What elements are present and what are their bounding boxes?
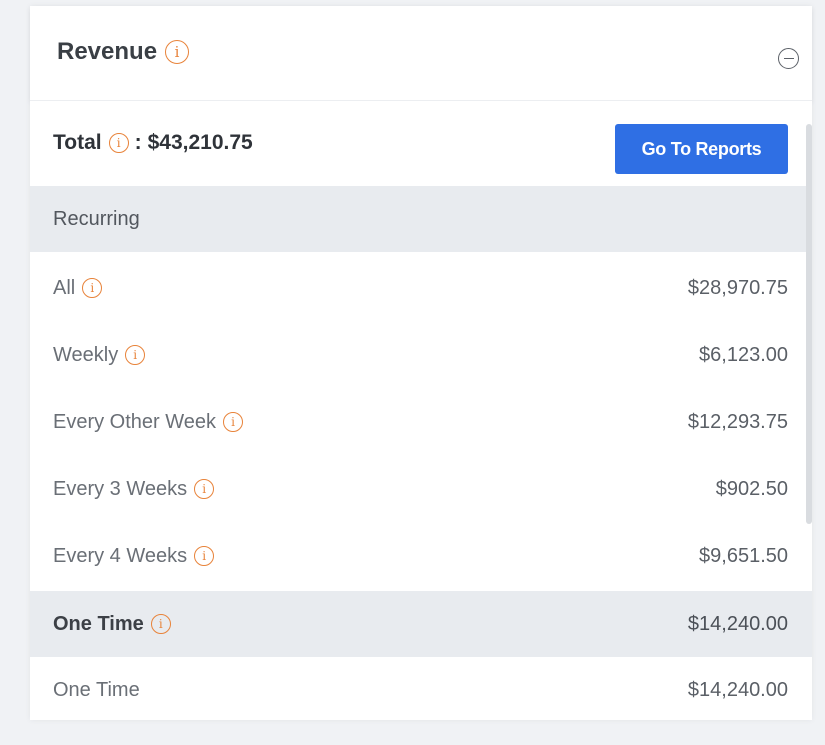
list-item-label: Weekly i <box>53 343 146 367</box>
info-icon[interactable]: i <box>194 479 215 499</box>
list-item-amount: $902.50 <box>715 477 788 500</box>
card-header: Revenue i <box>30 6 812 101</box>
collapse-minus-icon[interactable] <box>778 48 799 69</box>
section-title: One Time i <box>53 613 171 636</box>
list-item-label: Every 4 Weeks i <box>53 544 215 568</box>
list-item: One Time $14,240.00 <box>30 657 812 723</box>
card-title: Revenue i <box>57 38 190 66</box>
total-label: Total i : $43,210.75 <box>53 131 253 155</box>
list-item-label: One Time <box>53 679 140 702</box>
list-item-amount: $14,240.00 <box>687 678 788 701</box>
list-item: Every 4 Weeks i $9,651.50 <box>30 523 812 589</box>
list-item-label: Every 3 Weeks i <box>53 477 215 501</box>
list-item-label: All i <box>53 276 103 300</box>
list-item-label-text: Weekly <box>53 343 119 366</box>
card-title-text: Revenue <box>57 38 158 65</box>
list-item-label-text: Every Other Week <box>53 410 217 433</box>
go-to-reports-button[interactable]: Go To Reports <box>615 124 788 174</box>
revenue-card: Revenue i Total i : $43,210.75 Go To Rep… <box>30 6 812 720</box>
list-item-label-text: All <box>53 276 76 299</box>
list-item-amount: $12,293.75 <box>687 410 788 433</box>
scrollbar[interactable] <box>806 124 812 524</box>
section-title: Recurring <box>53 207 140 230</box>
total-separator: : <box>134 131 142 154</box>
list-item-label-text: Every 4 Weeks <box>53 544 188 567</box>
info-icon[interactable]: i <box>125 345 146 365</box>
list-item-label-text: Every 3 Weeks <box>53 477 188 500</box>
info-icon[interactable]: i <box>165 40 190 64</box>
section-amount: $14,240.00 <box>687 612 788 635</box>
list-item-amount: $9,651.50 <box>699 544 788 567</box>
list-item: All i $28,970.75 <box>30 255 812 321</box>
section-header-one-time: One Time i $14,240.00 <box>30 591 812 657</box>
info-icon[interactable]: i <box>150 614 171 634</box>
section-title-text: One Time <box>53 612 144 635</box>
page-background: Revenue i Total i : $43,210.75 Go To Rep… <box>0 0 825 745</box>
list-item: Every Other Week i $12,293.75 <box>30 389 812 455</box>
list-item-label-text: One Time <box>53 678 140 701</box>
info-icon[interactable]: i <box>82 278 103 298</box>
total-value: $43,210.75 <box>147 131 253 154</box>
total-label-text: Total <box>53 131 102 154</box>
info-icon[interactable]: i <box>223 412 244 432</box>
info-icon[interactable]: i <box>108 133 129 153</box>
list-item: Weekly i $6,123.00 <box>30 322 812 388</box>
list-item: Every 3 Weeks i $902.50 <box>30 456 812 522</box>
total-row: Total i : $43,210.75 Go To Reports <box>30 101 812 185</box>
list-item-label: Every Other Week i <box>53 410 244 434</box>
list-item-amount: $6,123.00 <box>699 343 788 366</box>
list-item-amount: $28,970.75 <box>687 276 788 299</box>
section-header-recurring: Recurring <box>30 186 812 252</box>
info-icon[interactable]: i <box>194 546 215 566</box>
